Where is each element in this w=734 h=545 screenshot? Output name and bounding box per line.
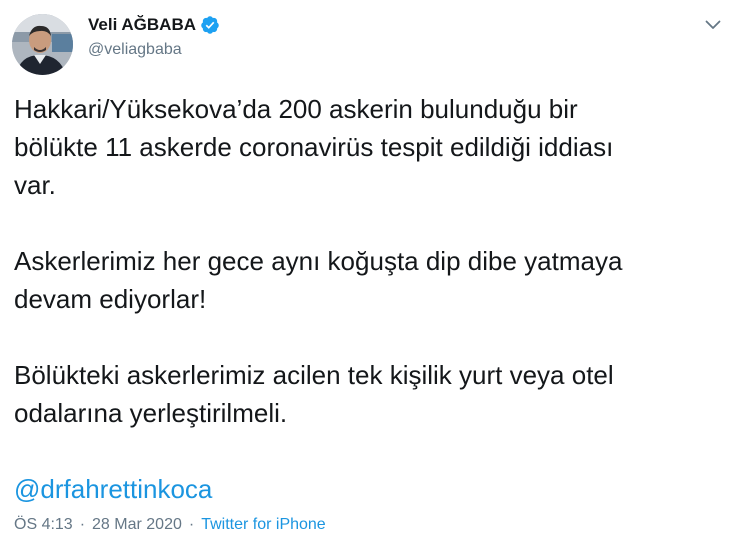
tweet-text: Hakkari/Yüksekova’da 200 askerin bulundu… <box>14 90 714 508</box>
tweet-source-link[interactable]: Twitter for iPhone <box>201 514 326 536</box>
profile-photo-icon <box>12 14 73 75</box>
meta-separator: · <box>79 516 86 533</box>
tweet-paragraph: Bölükteki askerlerimiz acilen tek kişili… <box>14 360 614 428</box>
tweet-metadata: ÖS 4:13 · 28 Mar 2020 · Twitter for iPho… <box>14 514 326 536</box>
display-name[interactable]: Veli AĞBABA <box>88 14 196 36</box>
tweet-date[interactable]: 28 Mar 2020 <box>92 514 182 536</box>
tweet-paragraph: Hakkari/Yüksekova’da 200 askerin bulundu… <box>14 94 614 200</box>
user-handle[interactable]: @veliagbaba <box>88 39 220 61</box>
avatar[interactable] <box>12 14 73 75</box>
more-options-button[interactable] <box>702 14 724 36</box>
tweet-time[interactable]: ÖS 4:13 <box>14 514 73 536</box>
user-info: Veli AĞBABA @veliagbaba <box>88 14 220 61</box>
meta-separator: · <box>188 516 195 533</box>
tweet-card: Veli AĞBABA @veliagbaba Hakkari/Yüksekov… <box>0 0 734 545</box>
mention-link[interactable]: @drfahrettinkoca <box>14 474 212 504</box>
chevron-down-icon <box>705 20 721 29</box>
tweet-paragraph: Askerlerimiz her gece aynı koğuşta dip d… <box>14 246 623 314</box>
display-name-row: Veli AĞBABA <box>88 14 220 36</box>
verified-badge-icon <box>200 15 220 35</box>
mention-paragraph: @drfahrettinkoca <box>14 470 714 508</box>
